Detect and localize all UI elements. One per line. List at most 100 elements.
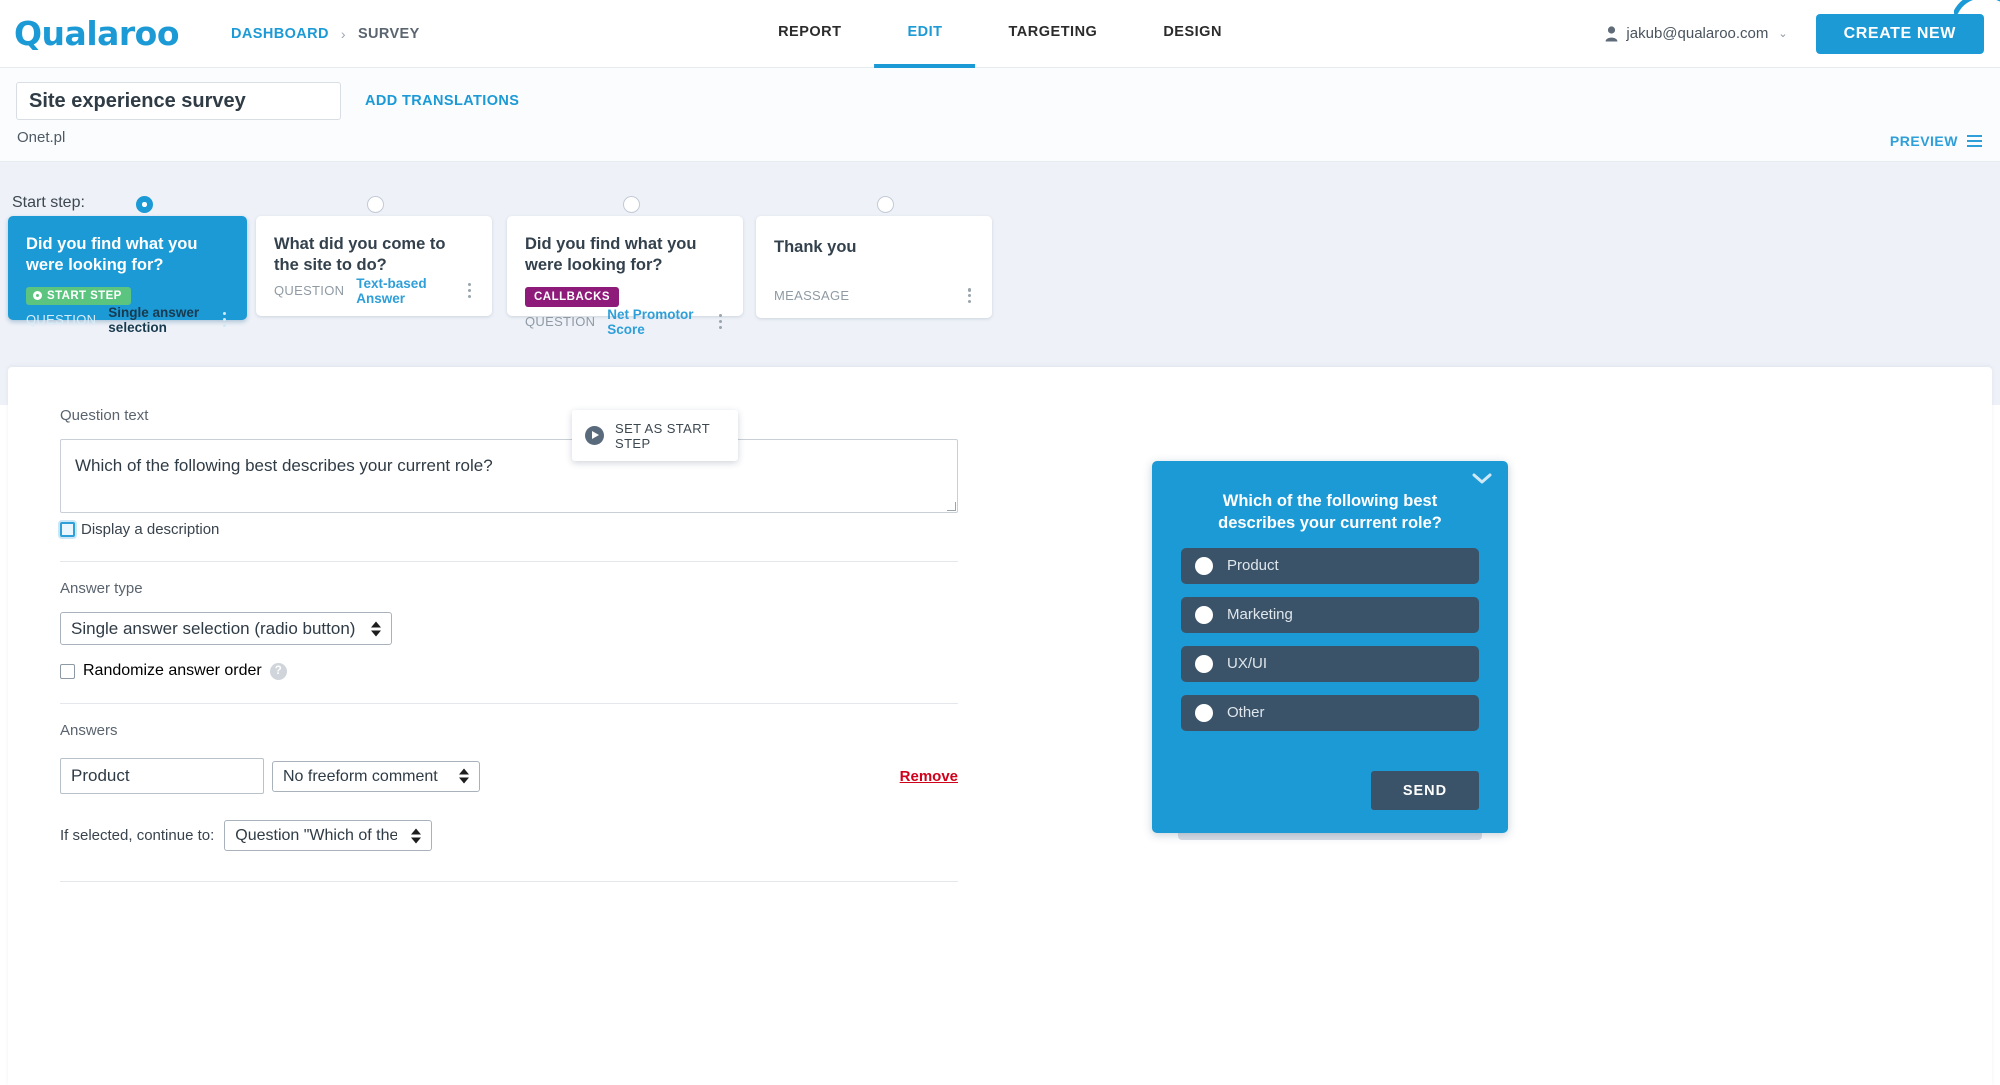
step-card-menu-icon[interactable] <box>220 310 229 329</box>
widget-option-product[interactable]: Product <box>1181 548 1479 584</box>
step-card-title: Did you find what you were looking for? <box>525 234 725 276</box>
remove-answer-link[interactable]: Remove <box>900 768 958 785</box>
display-description-row: Display a description <box>60 521 1992 538</box>
display-description-label: Display a description <box>81 521 219 538</box>
answer-type-label: Answer type <box>60 580 1992 597</box>
answer-text-input[interactable] <box>60 758 264 794</box>
step-card-footer: QUESTION Net Promotor Score <box>525 307 725 350</box>
freeform-comment-select[interactable]: No freeform comment <box>272 761 480 792</box>
widget-option-label: Product <box>1227 557 1279 574</box>
widget-option-label: UX/UI <box>1227 655 1267 672</box>
collapse-chevron-icon[interactable] <box>1472 473 1492 485</box>
survey-name-input[interactable] <box>16 82 341 120</box>
user-avatar-icon <box>1605 26 1618 42</box>
start-step-dot-icon <box>33 291 42 300</box>
step-card-menu-icon[interactable] <box>465 281 474 300</box>
step-card-footer: QUESTION Text-based Answer <box>274 276 474 319</box>
step-kind-label: QUESTION <box>26 312 96 327</box>
logo-text: Qualaroo <box>14 14 179 53</box>
preview-button[interactable]: PREVIEW <box>1890 133 1982 149</box>
question-editor-panel: Question text Which of the following bes… <box>8 367 1992 1085</box>
answer-type-select[interactable]: Single answer selection (radio button) <box>60 612 392 645</box>
continue-to-row: If selected, continue to: Question "Whic… <box>60 820 1992 851</box>
tab-report[interactable]: REPORT <box>745 0 874 68</box>
step-card-menu-icon[interactable] <box>716 312 725 331</box>
continue-to-select[interactable]: Question "Which of the follo <box>224 820 432 851</box>
divider <box>60 881 958 882</box>
add-translations-link[interactable]: ADD TRANSLATIONS <box>365 93 519 109</box>
step-card-footer: MEASSAGE <box>774 286 974 318</box>
survey-preview-widget: Which of the following best describes yo… <box>1152 461 1508 833</box>
start-step-radio-2[interactable] <box>367 196 384 213</box>
step-card-1[interactable]: Did you find what you were looking for? … <box>8 216 247 320</box>
step-kind-label: QUESTION <box>274 283 344 298</box>
widget-option-label: Marketing <box>1227 606 1293 623</box>
top-navigation-bar: Qualaroo DASHBOARD › SURVEY REPORT EDIT … <box>0 0 2000 68</box>
question-text-input[interactable]: Which of the following best describes yo… <box>60 439 958 513</box>
question-text-label: Question text <box>60 407 1992 424</box>
divider <box>60 703 958 704</box>
swoosh-icon <box>1954 0 2000 18</box>
breadcrumb-dashboard-link[interactable]: DASHBOARD <box>231 26 329 42</box>
widget-question-text: Which of the following best describes yo… <box>1181 483 1479 535</box>
widget-option-uxui[interactable]: UX/UI <box>1181 646 1479 682</box>
tab-edit[interactable]: EDIT <box>874 0 975 68</box>
step-card-title: What did you come to the site to do? <box>274 234 474 276</box>
widget-base-shadow <box>1178 833 1482 840</box>
start-step-radio-1[interactable] <box>136 196 153 213</box>
user-menu[interactable]: jakub@qualaroo.com ⌄ <box>1605 25 1787 42</box>
question-text-wrapper: Which of the following best describes yo… <box>60 439 958 513</box>
continue-select-wrapper: Question "Which of the follo <box>224 820 432 851</box>
nav-right-group: jakub@qualaroo.com ⌄ CREATE NEW <box>1605 14 2000 54</box>
menu-hamburger-icon <box>1967 135 1982 147</box>
answers-label: Answers <box>60 722 1992 739</box>
tab-targeting[interactable]: TARGETING <box>976 0 1131 68</box>
widget-option-label: Other <box>1227 704 1265 721</box>
tab-design[interactable]: DESIGN <box>1130 0 1255 68</box>
start-step-label: Start step: <box>12 194 124 212</box>
widget-send-button[interactable]: SEND <box>1371 771 1479 810</box>
step-card-2[interactable]: What did you come to the site to do? QUE… <box>256 216 492 316</box>
start-step-radio-4[interactable] <box>877 196 894 213</box>
chevron-down-icon: ⌄ <box>1778 27 1787 40</box>
step-kind-value: Text-based Answer <box>356 276 453 306</box>
widget-option-marketing[interactable]: Marketing <box>1181 597 1479 633</box>
user-email: jakub@qualaroo.com <box>1626 25 1768 42</box>
answer-type-select-wrapper: Single answer selection (radio button) <box>60 612 392 645</box>
qualaroo-logo[interactable]: Qualaroo <box>14 0 179 67</box>
step-card-4[interactable]: Thank you MEASSAGE <box>756 216 992 318</box>
step-card-footer: QUESTION Single answer selection <box>26 305 229 348</box>
start-step-row: Start step: <box>12 162 2000 216</box>
radio-icon <box>1195 606 1213 624</box>
start-step-badge-label: START STEP <box>47 290 122 302</box>
create-new-button[interactable]: CREATE NEW <box>1816 14 1984 54</box>
randomize-answer-order-label: Randomize answer order <box>83 662 262 680</box>
step-card-menu-icon[interactable] <box>965 286 974 305</box>
breadcrumb-current: SURVEY <box>358 26 420 42</box>
start-step-radio-3[interactable] <box>623 196 640 213</box>
step-card-3[interactable]: Did you find what you were looking for? … <box>507 216 743 316</box>
survey-site-label: Onet.pl <box>16 129 1984 146</box>
widget-option-other[interactable]: Other <box>1181 695 1479 731</box>
status-badge-start-step: START STEP <box>26 287 131 305</box>
display-description-checkbox[interactable] <box>60 522 75 537</box>
step-kind-label: MEASSAGE <box>774 288 849 303</box>
help-icon[interactable]: ? <box>270 663 287 680</box>
step-cards-row: Did you find what you were looking for? … <box>12 216 2000 366</box>
preview-label: PREVIEW <box>1890 133 1958 149</box>
step-kind-label: QUESTION <box>525 314 595 329</box>
answer-row: No freeform comment Remove <box>60 758 958 794</box>
breadcrumb: DASHBOARD › SURVEY <box>231 26 420 42</box>
survey-title-bar: ADD TRANSLATIONS Onet.pl PREVIEW <box>0 68 2000 162</box>
radio-icon <box>1195 557 1213 575</box>
randomize-row: Randomize answer order ? <box>60 662 1992 680</box>
radio-icon <box>1195 655 1213 673</box>
play-icon <box>585 426 604 445</box>
set-as-start-step-label: SET AS START STEP <box>615 421 738 451</box>
continue-to-label: If selected, continue to: <box>60 827 214 844</box>
randomize-answer-order-checkbox[interactable] <box>60 664 75 679</box>
main-tabs: REPORT EDIT TARGETING DESIGN <box>745 0 1255 67</box>
set-as-start-step-popup[interactable]: SET AS START STEP <box>572 410 738 461</box>
step-card-title: Thank you <box>774 237 974 258</box>
radio-icon <box>1195 704 1213 722</box>
